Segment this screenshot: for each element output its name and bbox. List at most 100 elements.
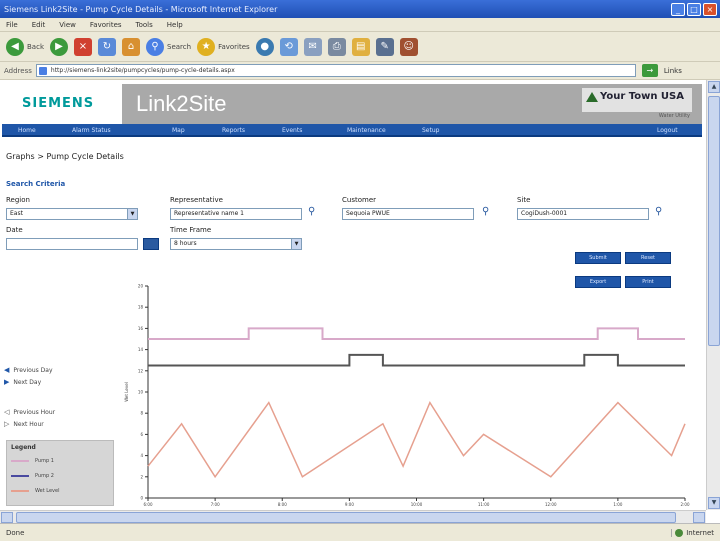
stop-icon[interactable]: ×	[74, 37, 92, 56]
timeframe-select[interactable]: 8 hours ▼	[170, 238, 302, 250]
representative-input[interactable]: Representative name 1	[170, 208, 302, 220]
search-icon: ⚲	[146, 37, 164, 56]
menu-view[interactable]: View	[59, 21, 76, 29]
next-day-label: Next Day	[13, 378, 42, 386]
submit-button[interactable]: Submit	[575, 252, 621, 264]
x-tick-label: 8:00	[278, 502, 287, 507]
menu-help[interactable]: Help	[167, 21, 183, 29]
vertical-scrollbar[interactable]: ▲ ▼	[706, 80, 720, 510]
menu-edit[interactable]: Edit	[32, 21, 46, 29]
pump-cycle-chart: 0 2 4 6 8 10 12 14 16 18 20 6:00 7:00 8:00 9:00 10:00 1…	[124, 284, 690, 508]
y-tick-label: 14	[138, 347, 144, 352]
edit-icon[interactable]: ✎	[375, 37, 394, 56]
x-ticks: 6:00 7:00 8:00 9:00 10:00 11:00 12:00 1:00 2:00	[144, 498, 690, 507]
address-bar: Address http://siemens-link2site/pumpcyc…	[0, 62, 720, 80]
favorites-button[interactable]: ★ Favorites	[197, 37, 250, 56]
customer-label: Customer	[342, 196, 377, 204]
timeframe-value: 8 hours	[174, 240, 197, 247]
customer-search-icon[interactable]: ⚲	[482, 206, 489, 217]
forward-arrow-icon[interactable]: ▶	[50, 37, 68, 56]
region-select[interactable]: East ▼	[6, 208, 138, 220]
nav-logout[interactable]: Logout	[657, 127, 678, 134]
scroll-up-icon[interactable]: ▲	[708, 81, 720, 93]
legend-label-wet-level: Wet Level	[35, 488, 60, 494]
previous-day-link[interactable]: ◀ Previous Day	[4, 366, 53, 374]
siemens-logo[interactable]: SIEMENS	[22, 96, 94, 111]
legend-swatch-wet-level	[11, 490, 29, 492]
refresh-icon[interactable]: ↻	[98, 37, 116, 56]
search-criteria-heading: Search Criteria	[6, 180, 66, 188]
close-button[interactable]: ×	[703, 2, 717, 16]
nav-home[interactable]: Home	[18, 127, 36, 134]
scroll-right-icon[interactable]	[693, 512, 705, 523]
media-icon[interactable]: ●	[255, 37, 274, 56]
messenger-icon[interactable]: ☺	[399, 37, 418, 56]
previous-hour-label: Previous Hour	[13, 408, 56, 416]
y-tick-label: 20	[138, 284, 144, 289]
scroll-left-icon[interactable]	[1, 512, 13, 523]
legend-item-wet-level: Wet Level	[11, 488, 59, 494]
address-input[interactable]: http://siemens-link2site/pumpcycles/pump…	[35, 64, 636, 77]
next-hour-link[interactable]: ▷ Next Hour	[4, 420, 44, 428]
window-title: Siemens Link2Site - Pump Cycle Details -…	[4, 4, 278, 14]
legend-item-pump-2: Pump 2	[11, 473, 54, 479]
x-tick-label: 11:00	[478, 502, 490, 507]
scroll-down-icon[interactable]: ▼	[708, 497, 720, 509]
folder-icon[interactable]: ▤	[351, 37, 370, 56]
region-value: East	[10, 210, 23, 217]
maximize-button[interactable]: □	[687, 2, 701, 16]
go-button[interactable]: →	[641, 64, 658, 77]
site-search-icon[interactable]: ⚲	[655, 206, 662, 217]
nav-alarm-status[interactable]: Alarm Status	[72, 127, 111, 134]
legend-swatch-pump-1	[11, 460, 29, 462]
y-tick-label: 10	[138, 390, 144, 395]
nav-map[interactable]: Map	[172, 127, 185, 134]
back-arrow-icon: ◀	[6, 37, 24, 56]
links-button[interactable]: Links	[664, 67, 682, 75]
y-tick-label: 6	[140, 432, 143, 437]
y-axis-label: Wet Level	[124, 382, 129, 402]
minimize-button[interactable]: _	[671, 2, 685, 16]
calendar-icon[interactable]	[143, 238, 159, 250]
x-tick-label: 2:00	[681, 502, 690, 507]
reset-button[interactable]: Reset	[625, 252, 671, 264]
nav-maintenance[interactable]: Maintenance	[347, 127, 386, 134]
arrow-right-outline-icon: ▷	[4, 420, 10, 428]
region-label: Region	[6, 196, 30, 204]
history-icon[interactable]: ⟲	[279, 37, 298, 56]
security-zone: Internet	[671, 528, 714, 537]
menu-file[interactable]: File	[6, 21, 18, 29]
status-text: Done	[6, 528, 25, 537]
site-input[interactable]: CogiDush-0001	[517, 208, 649, 220]
customer-input[interactable]: Sequoia PWUE	[342, 208, 474, 220]
site-label: Site	[517, 196, 531, 204]
search-button[interactable]: ⚲ Search	[146, 37, 191, 56]
chart-series	[147, 327, 686, 479]
print-icon[interactable]: ⎙	[327, 37, 346, 56]
y-tick-label: 2	[140, 474, 143, 479]
logo-area: SIEMENS	[2, 84, 122, 124]
legend-swatch-pump-2	[11, 475, 29, 477]
series-line-pump-1	[148, 327, 685, 340]
representative-label: Representative	[170, 196, 223, 204]
main-nav: Home Alarm Status Map Reports Events Mai…	[2, 124, 702, 137]
nav-setup[interactable]: Setup	[422, 127, 439, 134]
mail-icon[interactable]: ✉	[303, 37, 322, 56]
representative-search-icon[interactable]: ⚲	[308, 206, 315, 217]
horizontal-scrollbar[interactable]	[0, 510, 706, 523]
x-tick-label: 12:00	[545, 502, 557, 507]
home-icon[interactable]: ⌂	[122, 37, 140, 56]
favorites-label: Favorites	[218, 42, 250, 51]
menu-tools[interactable]: Tools	[136, 21, 153, 29]
scroll-thumb[interactable]	[708, 96, 720, 346]
nav-events[interactable]: Events	[282, 127, 302, 134]
date-input[interactable]	[6, 238, 138, 250]
nav-reports[interactable]: Reports	[222, 127, 245, 134]
previous-hour-link[interactable]: ◁ Previous Hour	[4, 408, 55, 416]
menu-favorites[interactable]: Favorites	[90, 21, 122, 29]
back-button[interactable]: ◀ Back	[6, 37, 44, 56]
y-tick-label: 12	[138, 368, 144, 373]
town-subtitle: Water Utility	[658, 113, 690, 119]
next-day-link[interactable]: ▶ Next Day	[4, 378, 41, 386]
horizontal-scroll-thumb[interactable]	[16, 512, 676, 523]
